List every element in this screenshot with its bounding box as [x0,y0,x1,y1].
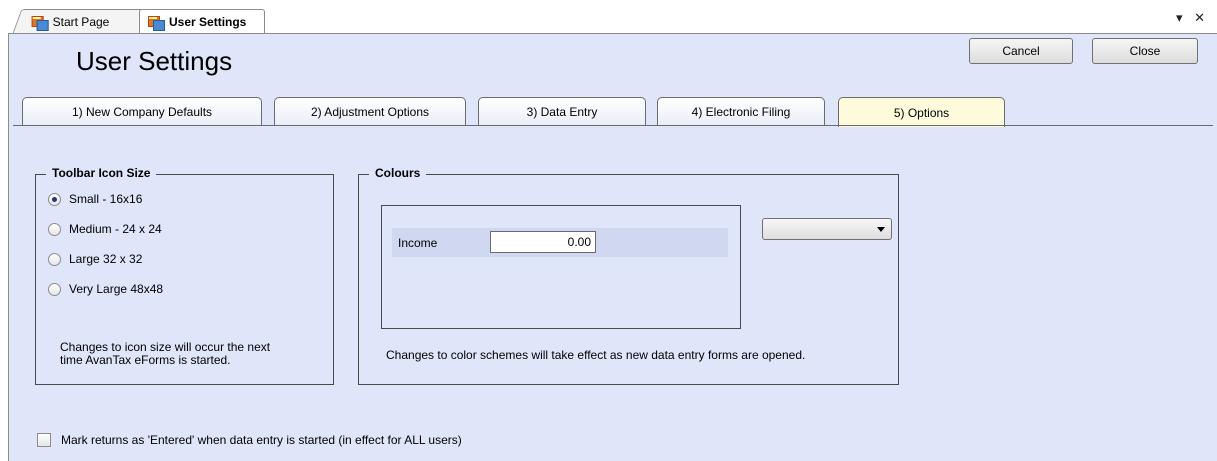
tab-new-company-defaults[interactable]: 1) New Company Defaults [22,97,262,126]
doc-tab-start-page[interactable]: Start Page [12,9,150,33]
doc-tab-user-settings[interactable]: User Settings [139,9,265,34]
icon-size-note: Changes to icon size will occur the next… [60,341,270,367]
checkbox-label: Mark returns as 'Entered' when data entr… [61,433,462,447]
radio-large[interactable]: Large 32 x 32 [48,252,142,266]
tab-strip-controls[interactable]: ▾ ✕ [1176,10,1209,26]
income-row: Income [392,228,728,257]
user-settings-form: User Settings Cancel Close 1) New Compan… [8,34,1217,461]
radio-button[interactable] [48,192,61,206]
colour-preview-box: Income [381,205,741,329]
tab-options[interactable]: 5) Options [838,97,1005,127]
document-tab-strip: Start Page User Settings ▾ ✕ [0,0,1217,34]
doc-tab-label: Start Page [52,14,110,29]
income-label: Income [398,236,438,250]
colour-note: Changes to color schemes will take effec… [386,348,806,362]
tab-data-entry[interactable]: 3) Data Entry [478,97,646,126]
radio-label: Large 32 x 32 [69,252,143,266]
group-legend: Toolbar Icon Size [46,166,157,180]
radio-button[interactable] [48,252,61,266]
radio-medium[interactable]: Medium - 24 x 24 [48,222,162,236]
radio-button[interactable] [48,222,61,236]
radio-small[interactable]: Small - 16x16 [48,192,142,206]
toolbar-icon-size-group: Toolbar Icon Size Small - 16x16 Medium -… [35,166,334,385]
radio-label: Very Large 48x48 [69,282,164,296]
doc-tab-label: User Settings [169,15,247,29]
radio-label: Medium - 24 x 24 [69,222,162,236]
mark-entered-checkbox[interactable] [37,433,51,447]
chevron-down-icon [877,227,885,232]
app-window-icon [148,15,165,31]
colours-group: Colours Income Changes to color schemes … [358,166,899,385]
cancel-button[interactable]: Cancel [969,38,1073,64]
app-window-icon [31,15,49,30]
mark-entered-checkbox-row[interactable]: Mark returns as 'Entered' when data entr… [37,433,462,447]
divider [13,125,1213,126]
tab-electronic-filing[interactable]: 4) Electronic Filing [657,97,825,126]
group-legend: Colours [369,166,427,180]
radio-very-large[interactable]: Very Large 48x48 [48,282,163,296]
tab-adjustment-options[interactable]: 2) Adjustment Options [274,97,466,126]
radio-button[interactable] [48,282,61,296]
close-button[interactable]: Close [1092,38,1198,64]
colour-scheme-dropdown[interactable] [762,218,892,240]
note-line: time AvanTax eForms is started. [60,353,231,367]
page-title: User Settings [76,46,233,76]
income-field[interactable] [490,231,596,253]
radio-label: Small - 16x16 [69,192,143,206]
